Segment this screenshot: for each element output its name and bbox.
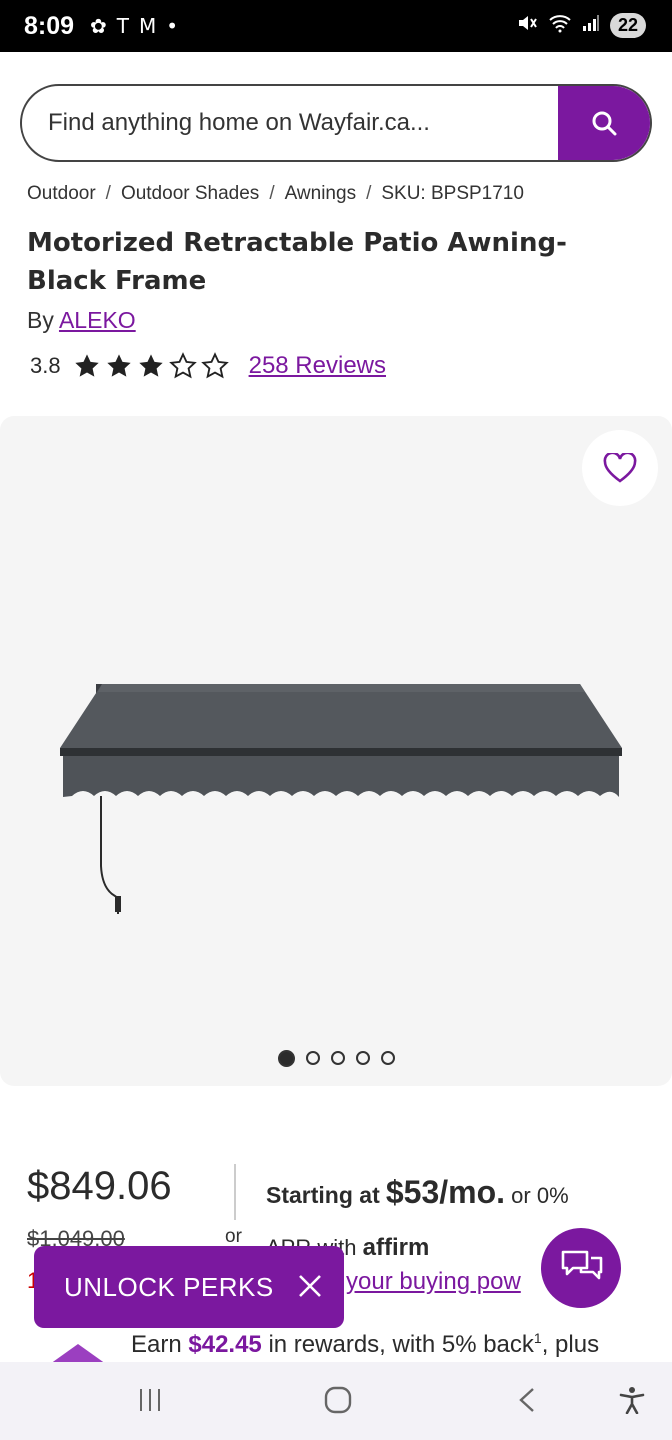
- system-navigation-bar: [0, 1362, 672, 1440]
- status-bar: 8:09 ✿ T M • 22: [0, 0, 672, 52]
- battery-indicator: 22: [609, 13, 646, 38]
- back-icon[interactable]: [514, 1386, 542, 1414]
- image-dot[interactable]: [305, 1051, 320, 1065]
- rewards-rest: in rewards, with 5% back: [268, 1331, 534, 1358]
- breadcrumb-separator: /: [366, 183, 372, 204]
- star-filled-icon: [138, 354, 163, 377]
- breadcrumb: Outdoor / Outdoor Shades / Awnings / SKU…: [27, 183, 524, 205]
- home-icon[interactable]: [324, 1386, 352, 1414]
- product-image: [60, 684, 622, 914]
- star-filled-icon: [106, 354, 131, 377]
- tesla-notification-icon: T: [116, 14, 129, 38]
- brand-byline: By ALEKO: [27, 307, 136, 334]
- breadcrumb-sku: SKU: BPSP1710: [381, 183, 524, 204]
- breadcrumb-outdoor[interactable]: Outdoor: [27, 183, 96, 205]
- accessibility-icon[interactable]: [618, 1386, 646, 1414]
- breadcrumb-awnings[interactable]: Awnings: [285, 183, 356, 205]
- settings-notification-icon: ✿: [90, 14, 107, 38]
- product-title: Motorized Retractable Patio Awning- Blac…: [27, 228, 567, 296]
- more-notifications-icon: •: [166, 14, 179, 38]
- price-divider: [234, 1164, 236, 1220]
- search-button[interactable]: [558, 86, 650, 160]
- rating-stars: [73, 352, 229, 380]
- breadcrumb-separator: /: [105, 183, 111, 204]
- search-input[interactable]: [22, 86, 558, 160]
- rewards-icon: [50, 1344, 106, 1364]
- image-dot[interactable]: [380, 1051, 395, 1065]
- signal-icon: [582, 14, 600, 37]
- heart-icon: [603, 453, 637, 483]
- chat-icon: [561, 1250, 603, 1280]
- recent-apps-icon[interactable]: [136, 1386, 164, 1414]
- affirm-logo: affirm: [362, 1234, 430, 1261]
- star-filled-icon: [74, 354, 99, 377]
- apr-text-1: or 0%: [511, 1183, 569, 1208]
- rating-row: 3.8 258 Reviews: [30, 352, 386, 380]
- rewards-footnote: 1: [533, 1330, 542, 1346]
- image-dot[interactable]: [277, 1050, 295, 1067]
- monthly-price: $53/mo.: [385, 1174, 506, 1210]
- by-label: By: [27, 307, 54, 333]
- sale-price: $849.06: [27, 1164, 172, 1208]
- rewards-earn: Earn: [131, 1331, 182, 1358]
- rating-value: 3.8: [30, 353, 61, 378]
- image-dot[interactable]: [355, 1051, 370, 1065]
- star-empty-icon: [168, 352, 197, 379]
- search-bar: [20, 84, 652, 162]
- favorite-button[interactable]: [582, 430, 658, 506]
- breadcrumb-outdoor-shades[interactable]: Outdoor Shades: [121, 183, 259, 205]
- breadcrumb-separator: /: [269, 183, 275, 204]
- brand-link[interactable]: ALEKO: [59, 307, 136, 333]
- close-icon[interactable]: [296, 1272, 324, 1300]
- wifi-icon: [548, 13, 572, 38]
- search-icon: [592, 111, 617, 136]
- mute-icon: [516, 12, 538, 39]
- reviews-link[interactable]: 258 Reviews: [249, 352, 386, 380]
- notification-icons: ✿ T M •: [90, 14, 178, 38]
- buying-power-link[interactable]: your buying pow: [346, 1268, 521, 1296]
- image-pagination: [0, 1050, 672, 1067]
- image-dot[interactable]: [330, 1051, 345, 1065]
- system-icons: 22: [516, 12, 646, 39]
- rewards-amount: $42.45: [188, 1331, 262, 1358]
- gmail-notification-icon: M: [138, 14, 157, 38]
- rewards-text: Earn $42.45 in rewards, with 5% back1, p…: [131, 1330, 599, 1359]
- chat-button[interactable]: [541, 1228, 621, 1308]
- unlock-perks-label: UNLOCK PERKS: [64, 1271, 274, 1302]
- status-time: 8:09: [24, 12, 75, 40]
- product-image-gallery[interactable]: [0, 416, 672, 1086]
- or-label: or: [225, 1226, 242, 1247]
- unlock-perks-banner[interactable]: UNLOCK PERKS: [34, 1246, 344, 1328]
- rewards-suffix: , plus: [541, 1331, 600, 1358]
- star-empty-icon: [200, 352, 229, 379]
- starting-at-label: Starting at: [266, 1182, 380, 1208]
